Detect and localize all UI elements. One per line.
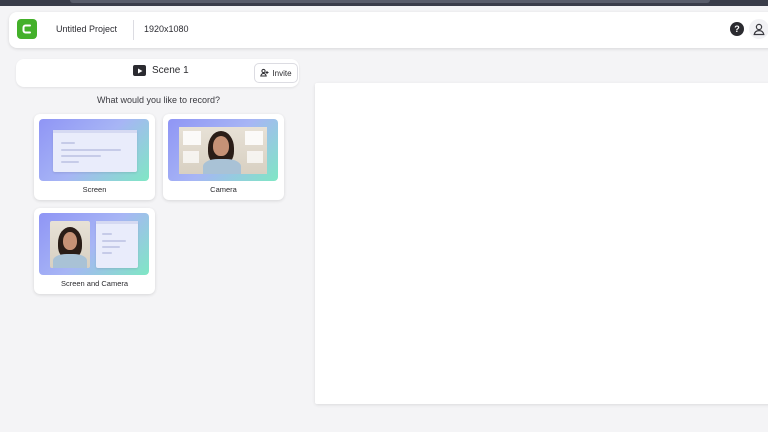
record-option-screen-and-camera[interactable]: Screen and Camera [34,208,155,294]
mock-window-toolbar [53,130,137,133]
play-icon [133,65,146,76]
mock-text-line [102,233,112,235]
invite-button[interactable]: Invite [254,63,298,83]
app-frame: Untitled Project 1920x1080 ? Scene 1 Inv… [0,6,768,432]
mock-window-toolbar [96,221,138,224]
header-divider [133,20,134,40]
window-top-strip-inner [70,0,710,3]
project-title[interactable]: Untitled Project [56,24,117,34]
help-icon[interactable]: ? [730,22,744,36]
mock-text-line [102,240,126,242]
person-face [213,136,229,156]
mock-screen-window [53,130,137,172]
mock-text-line [61,142,75,144]
mock-text-line [61,155,101,157]
shelf-decoration [245,131,263,145]
canvas-resolution[interactable]: 1920x1080 [144,24,189,34]
record-option-label: Screen and Camera [60,279,129,288]
record-option-label: Camera [210,185,237,194]
mock-text-line [102,246,120,248]
person-shirt [203,159,241,174]
mock-text-line [102,252,112,254]
record-option-screen[interactable]: Screen [34,114,155,200]
canvas-preview[interactable] [315,83,768,404]
record-question: What would you like to record? [96,95,221,105]
screen-thumbnail [39,119,149,181]
record-option-label: Screen [82,185,107,194]
shelf-decoration [247,151,263,163]
record-option-camera[interactable]: Camera [163,114,284,200]
scene-title[interactable]: Scene 1 [133,65,189,76]
person-photo [50,221,90,268]
scene-label: Scene 1 [152,65,189,76]
invite-label: Invite [272,68,292,78]
person-shirt [53,254,87,268]
screen-and-camera-thumbnail [39,213,149,275]
invite-icon [260,68,269,79]
person-photo [179,127,267,174]
shelf-decoration [183,131,201,145]
shelf-decoration [183,151,199,163]
mock-text-line [61,161,79,163]
camera-thumbnail [168,119,278,181]
mock-screen-window [96,221,138,268]
user-icon[interactable] [749,19,768,39]
top-header: Untitled Project 1920x1080 ? [9,12,768,48]
person-face [63,232,77,250]
camtasia-logo-icon[interactable] [17,19,37,39]
scene-bar: Scene 1 Invite [16,59,299,87]
mock-text-line [61,149,121,151]
